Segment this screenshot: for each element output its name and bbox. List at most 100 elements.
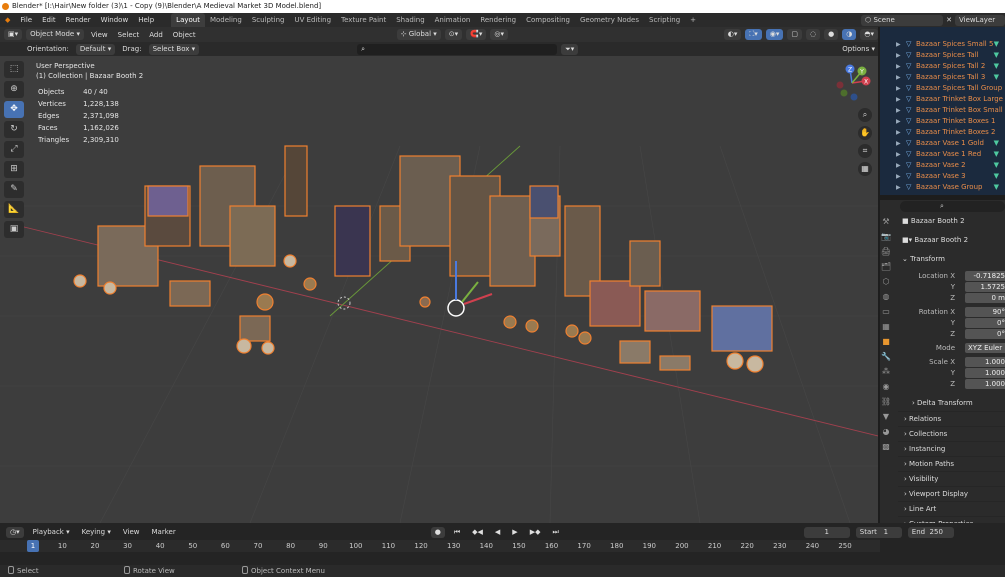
scene-selector[interactable]: ⬡ Scene bbox=[861, 14, 944, 26]
material-tab-icon[interactable]: ◕ bbox=[880, 425, 892, 438]
navigation-gizmo[interactable]: X Z Y bbox=[830, 61, 874, 105]
move-tool-icon[interactable]: ✥ bbox=[4, 101, 24, 118]
gizmo-toggle[interactable]: ⛶▾ bbox=[745, 29, 762, 40]
tab-scripting[interactable]: Scripting bbox=[644, 13, 685, 27]
perspective-grid-icon[interactable]: ▦ bbox=[858, 162, 872, 176]
scale-z-field[interactable]: 1.000 bbox=[965, 379, 1005, 389]
relations-panel[interactable]: › Relations bbox=[898, 411, 1005, 426]
expand-arrow-icon[interactable]: ▶ bbox=[896, 72, 901, 83]
outliner-item[interactable]: ▶ ▽ Bazaar Vase Group ▼ bbox=[880, 182, 1005, 193]
viewport-display-panel[interactable]: › Viewport Display bbox=[898, 486, 1005, 501]
tab-layout[interactable]: Layout bbox=[171, 13, 205, 27]
outliner-item[interactable]: ▶ ▽ Bazaar Vase 2 ▼ bbox=[880, 160, 1005, 171]
tab-texture-paint[interactable]: Texture Paint bbox=[336, 13, 391, 27]
texture-tab-icon[interactable]: ▦ bbox=[880, 320, 892, 333]
delta-transform-panel[interactable]: › Delta Transform bbox=[898, 396, 1005, 411]
proportional-edit-toggle[interactable]: ◎▾ bbox=[490, 29, 509, 40]
menu-add[interactable]: Add bbox=[146, 31, 166, 39]
pivot-dropdown[interactable]: ⊙▾ bbox=[444, 29, 463, 40]
menu-object[interactable]: Object bbox=[170, 31, 199, 39]
keying-menu[interactable]: Keying ▾ bbox=[79, 528, 114, 536]
expand-arrow-icon[interactable]: ▶ bbox=[896, 105, 901, 116]
shading-material[interactable]: ◑ bbox=[842, 29, 857, 40]
menu-window[interactable]: Window bbox=[96, 13, 134, 27]
options-dropdown[interactable]: Options ▾ bbox=[839, 45, 878, 53]
outliner-item[interactable]: ▶ ▽ Bazaar Spices Tall ▼ bbox=[880, 50, 1005, 61]
select-box-tool-icon[interactable]: ⬚ bbox=[4, 61, 24, 78]
outliner-item[interactable]: ▶ ▽ Bazaar Trinket Box Large bbox=[880, 94, 1005, 105]
visibility-panel[interactable]: › Visibility bbox=[898, 471, 1005, 486]
rotation-x-field[interactable]: 90° bbox=[965, 307, 1005, 317]
outliner-item[interactable]: ▶ ▽ Bazaar Spices Tall 3 ▼ bbox=[880, 72, 1005, 83]
location-y-field[interactable]: 1.5725 bbox=[965, 282, 1005, 292]
motion-paths-panel[interactable]: › Motion Paths bbox=[898, 456, 1005, 471]
data-tab-icon[interactable]: ▼ bbox=[880, 410, 892, 423]
rotation-mode-dropdown[interactable]: XYZ Euler bbox=[965, 343, 1005, 353]
tab-modeling[interactable]: Modeling bbox=[205, 13, 247, 27]
tab-rendering[interactable]: Rendering bbox=[475, 13, 521, 27]
location-x-field[interactable]: -0.71825 bbox=[965, 271, 1005, 281]
outliner-item[interactable]: ▶ ▽ Bazaar Spices Small 5 ▼ bbox=[880, 39, 1005, 50]
expand-arrow-icon[interactable]: ▶ bbox=[896, 127, 901, 138]
tab-animation[interactable]: Animation bbox=[430, 13, 476, 27]
timeline-view-menu[interactable]: View bbox=[120, 528, 143, 536]
expand-arrow-icon[interactable]: ▶ bbox=[896, 138, 901, 149]
scene-close-icon[interactable]: ✕ bbox=[943, 16, 955, 24]
expand-arrow-icon[interactable]: ▶ bbox=[896, 50, 901, 61]
transform-orientation-dropdown[interactable]: ⊹ Global ▾ bbox=[396, 29, 441, 40]
filter-icon[interactable]: ⏷▾ bbox=[561, 43, 579, 55]
location-z-field[interactable]: 0 m bbox=[965, 293, 1005, 303]
expand-arrow-icon[interactable]: ▶ bbox=[896, 116, 901, 127]
jump-start-icon[interactable]: ⏮ bbox=[451, 528, 463, 537]
shading-rendered[interactable]: ◓▾ bbox=[860, 29, 878, 40]
tab-sculpting[interactable]: Sculpting bbox=[247, 13, 290, 27]
outliner-item[interactable]: ▶ ▽ Bazaar Vase 1 Red ▼ bbox=[880, 149, 1005, 160]
play-icon[interactable]: ▶ bbox=[509, 528, 520, 536]
rotation-y-field[interactable]: 0° bbox=[965, 318, 1005, 328]
rotate-tool-icon[interactable]: ↻ bbox=[4, 121, 24, 138]
overlay-toggle[interactable]: ◉▾ bbox=[765, 29, 784, 40]
render-tab-icon[interactable]: 📷 bbox=[880, 230, 892, 243]
mode-dropdown[interactable]: Object Mode ▾ bbox=[26, 29, 84, 40]
visibility-dropdown[interactable]: ◐▾ bbox=[723, 29, 742, 40]
scale-tool-icon[interactable]: ⤢ bbox=[4, 141, 24, 158]
orientation-dropdown[interactable]: Default ▾ bbox=[75, 43, 116, 55]
menu-edit[interactable]: Edit bbox=[37, 13, 61, 27]
drag-dropdown[interactable]: Select Box ▾ bbox=[148, 43, 200, 55]
output-tab-icon[interactable]: 🖨 bbox=[880, 245, 892, 258]
tab-shading[interactable]: Shading bbox=[391, 13, 429, 27]
transform-panel-header[interactable]: ⌄ Transform bbox=[898, 254, 1005, 265]
menu-file[interactable]: File bbox=[15, 13, 37, 27]
particles-tab-icon[interactable]: ⁂ bbox=[880, 365, 892, 378]
tab-compositing[interactable]: Compositing bbox=[521, 13, 575, 27]
tab-geometry-nodes[interactable]: Geometry Nodes bbox=[575, 13, 644, 27]
annotate-tool-icon[interactable]: ✎ bbox=[4, 181, 24, 198]
rotation-z-field[interactable]: 0° bbox=[965, 329, 1005, 339]
transform-tool-icon[interactable]: ⊞ bbox=[4, 161, 24, 178]
object-tab-icon[interactable]: ■ bbox=[880, 335, 892, 348]
playback-menu[interactable]: Playback ▾ bbox=[30, 528, 73, 536]
view-layer-selector[interactable]: ViewLayer bbox=[955, 14, 1005, 26]
scale-y-field[interactable]: 1.000 bbox=[965, 368, 1005, 378]
timeline-ruler[interactable]: 1 10 20 30 40 50 60 70 80 90 100 110 120 130 140 150 160… bbox=[0, 540, 880, 552]
next-keyframe-icon[interactable]: ▶◆ bbox=[527, 528, 544, 536]
scene-tab-icon[interactable]: ⬡ bbox=[880, 275, 892, 288]
view-layer-tab-icon[interactable]: 🗂 bbox=[880, 260, 892, 273]
instancing-panel[interactable]: › Instancing bbox=[898, 441, 1005, 456]
outliner-item[interactable]: ▶ ▽ Bazaar Vase 3 ▼ bbox=[880, 171, 1005, 182]
pan-hand-icon[interactable]: ✋ bbox=[858, 126, 872, 140]
tool-tab-icon[interactable]: ⚒ bbox=[880, 215, 892, 228]
play-reverse-icon[interactable]: ◀ bbox=[492, 528, 503, 536]
outliner-item[interactable]: ▶ ▽ Bazaar Trinket Box Small bbox=[880, 105, 1005, 116]
xray-toggle[interactable]: ▢ bbox=[787, 29, 803, 40]
auto-keying-toggle[interactable]: ● bbox=[430, 526, 445, 538]
menu-render[interactable]: Render bbox=[61, 13, 96, 27]
add-cube-tool-icon[interactable]: ▣ bbox=[4, 221, 24, 238]
expand-arrow-icon[interactable]: ▶ bbox=[896, 61, 901, 72]
marker-menu[interactable]: Marker bbox=[149, 528, 179, 536]
menu-select[interactable]: Select bbox=[115, 31, 143, 39]
snap-toggle[interactable]: 🧲▾ bbox=[466, 29, 487, 40]
line-art-panel[interactable]: › Line Art bbox=[898, 501, 1005, 516]
menu-help[interactable]: Help bbox=[133, 13, 159, 27]
shading-solid[interactable]: ● bbox=[824, 29, 839, 40]
